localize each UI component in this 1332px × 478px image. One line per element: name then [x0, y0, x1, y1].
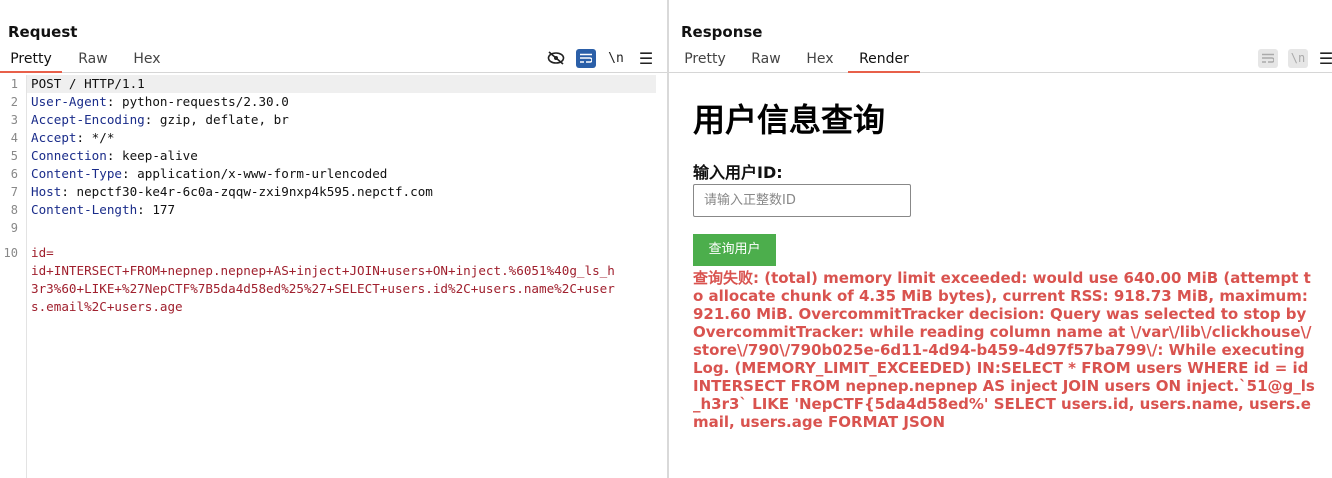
header-name: Host [31, 184, 62, 199]
header-separator: : [122, 166, 138, 181]
line-number: 8 [10, 203, 18, 217]
rendered-page: 用户信息查询 输入用户ID: 请输入正整数ID 查询用户 查询失败: (tota… [669, 75, 1332, 478]
response-tab-pretty[interactable]: Pretty [679, 50, 731, 71]
response-tab-render[interactable]: Render [848, 50, 920, 73]
response-newline-button[interactable]: \n [1287, 47, 1309, 69]
wrap-icon [1262, 53, 1274, 63]
request-line: User-Agent: python-requests/2.30.0 [31, 93, 289, 111]
line-number: 1 [10, 77, 18, 91]
line-number: 3 [10, 113, 18, 127]
header-value: keep-alive [122, 148, 198, 163]
line-number: 2 [10, 95, 18, 109]
header-value: 177 [152, 202, 176, 217]
line-number: 5 [10, 149, 18, 163]
request-line: Accept-Encoding: gzip, deflate, br [31, 111, 289, 129]
request-tab-hex[interactable]: Hex [126, 50, 168, 71]
request-pane: Request Pretty Raw Hex \n ☰ 1 POST / HTTP… [0, 0, 667, 478]
response-tabs: Pretty Raw Hex Render [669, 50, 1332, 73]
request-line: Content-Length: 177 [31, 201, 175, 219]
request-editor[interactable]: 1 POST / HTTP/1.1 2 User-Agent: python-requ… [0, 75, 667, 478]
request-line: Host: nepctf30-ke4r-6c0a-zqqw-zxi9nxp4k5… [31, 183, 433, 201]
header-name: Content-Type [31, 166, 122, 181]
request-body-line: 3r3%60+LIKE+%27NepCTF%7B5da4d58ed%25%27+… [31, 281, 615, 296]
header-separator: : [137, 202, 153, 217]
newline-toggle-button[interactable]: \n [605, 47, 627, 69]
header-separator: : [61, 184, 77, 199]
user-id-label: 输入用户ID: [693, 163, 783, 182]
header-name: Accept [31, 130, 77, 145]
header-name: Content-Length [31, 202, 138, 217]
line-number: 4 [10, 131, 18, 145]
header-name: Accept-Encoding [31, 112, 145, 127]
line-number: 6 [10, 167, 18, 181]
header-value: nepctf30-ke4r-6c0a-zqqw-zxi9nxp4k595.nep… [76, 184, 433, 199]
header-separator: : [76, 130, 92, 145]
header-separator: : [106, 94, 122, 109]
eye-slash-icon [547, 51, 565, 65]
wrap-icon [580, 53, 592, 63]
user-id-input[interactable]: 请输入正整数ID [693, 184, 911, 217]
response-title: Response [681, 23, 763, 41]
menu-icon[interactable]: ☰ [635, 47, 657, 69]
request-body-line: id+INTERSECT+FROM+nepnep.nepnep+AS+injec… [31, 263, 615, 278]
page-heading: 用户信息查询 [693, 101, 886, 139]
request-tab-pretty[interactable]: Pretty [0, 50, 62, 73]
request-tab-raw[interactable]: Raw [72, 50, 114, 71]
header-separator: : [106, 148, 122, 163]
header-value: gzip, deflate, br [159, 112, 289, 127]
header-name: Connection [31, 148, 107, 163]
response-wrap-button[interactable] [1257, 47, 1279, 69]
header-value: */* [91, 130, 115, 145]
line-number: 7 [10, 185, 18, 199]
request-line: Accept: */* [31, 129, 114, 147]
response-tab-raw[interactable]: Raw [745, 50, 787, 71]
line-number: 10 [3, 246, 18, 260]
request-line: Connection: keep-alive [31, 147, 198, 165]
header-value: python-requests/2.30.0 [122, 94, 289, 109]
request-title: Request [8, 23, 78, 41]
request-body-line: s.email%2C+users.age [31, 299, 183, 314]
word-wrap-button[interactable] [575, 47, 597, 69]
newline-label: \n [1288, 48, 1308, 68]
hide-nonprinting-button[interactable] [545, 47, 567, 69]
line-number: 9 [10, 221, 18, 235]
header-name: User-Agent [31, 94, 107, 109]
header-separator: : [144, 112, 160, 127]
response-pane: Response Pretty Raw Hex Render \n ☰ 用户信息… [669, 0, 1332, 478]
header-value: application/x-www-form-urlencoded [137, 166, 388, 181]
error-message: 查询失败: (total) memory limit exceeded: wou… [693, 269, 1315, 431]
request-body-line: id= [31, 245, 54, 260]
response-tab-hex[interactable]: Hex [799, 50, 841, 71]
response-menu-icon[interactable]: ☰ [1315, 47, 1332, 69]
request-line: Content-Type: application/x-www-form-url… [31, 165, 387, 183]
query-user-button[interactable]: 查询用户 [693, 234, 776, 266]
request-line: POST / HTTP/1.1 [31, 76, 145, 91]
